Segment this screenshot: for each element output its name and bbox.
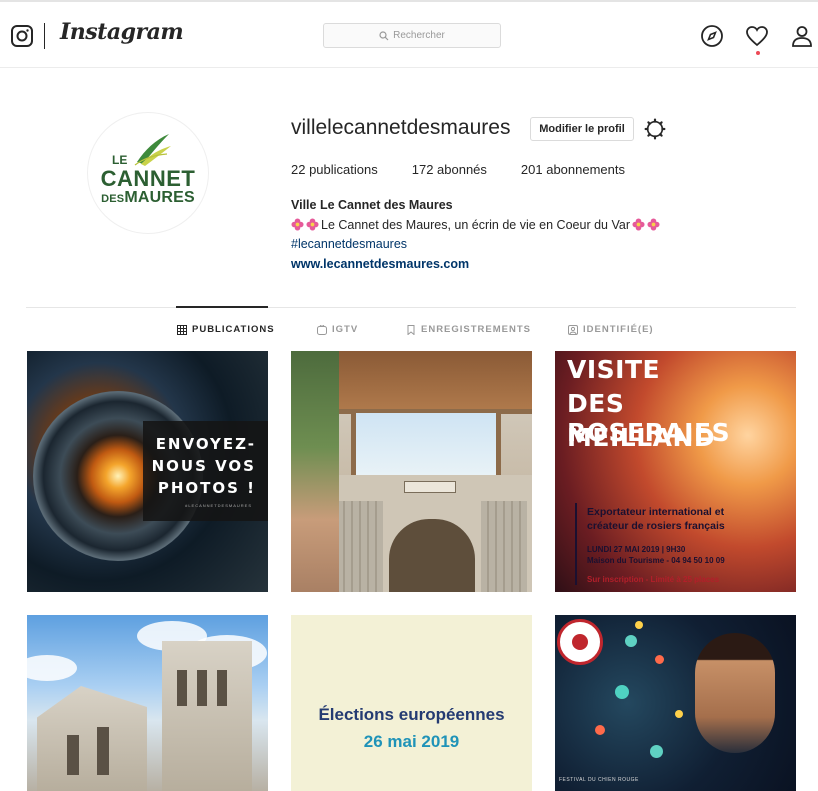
post-note-line: Sur inscription - Limité à 25 places <box>587 575 720 584</box>
post-title-line: VISITE <box>567 355 661 384</box>
tab-label: IGTV <box>332 324 359 335</box>
post-magnanerie[interactable] <box>291 351 532 592</box>
post-hashtag: #LECANNETDESMAURES <box>185 503 252 508</box>
arch-opening <box>389 519 475 592</box>
active-tab-indicator <box>176 306 268 308</box>
followers-count[interactable]: 172 abonnés <box>412 162 487 177</box>
tab-publications[interactable]: PUBLICATIONS <box>177 324 275 335</box>
performer-image <box>695 633 775 753</box>
bokeh-light <box>655 655 664 664</box>
tabs-divider <box>26 307 796 308</box>
post-text-line: 26 mai 2019 <box>363 732 460 751</box>
instagram-camera-icon[interactable] <box>10 24 34 48</box>
logo-maures-line: DESMAURES <box>101 190 195 206</box>
logo-le-text: LE <box>112 153 128 167</box>
post-elections[interactable]: Élections européennes 26 mai 2019 <box>291 615 532 791</box>
tab-label: PUBLICATIONS <box>192 324 275 335</box>
bio-tagline: Le Cannet des Maures, un écrin de vie en… <box>321 217 630 232</box>
tower-window <box>197 670 207 706</box>
flower-emoji-icon <box>291 217 304 231</box>
profile-avatar[interactable]: LE CANNET DESMAURES <box>87 112 209 234</box>
sky-opening <box>351 413 501 475</box>
bio-tagline-line: Le Cannet des Maures, un écrin de vie en… <box>291 216 662 236</box>
profile-stats: 22 publications 172 abonnés 201 abonneme… <box>291 162 659 177</box>
bokeh-light <box>650 745 663 758</box>
profile-username: villelecannetdesmaures <box>291 116 511 139</box>
logo-cannet-text: CANNET <box>100 166 196 191</box>
bio-website-link[interactable]: www.lecannetdesmaures.com <box>291 255 662 275</box>
beam <box>351 413 356 475</box>
tower-window <box>67 735 79 775</box>
bookmark-icon <box>407 324 415 335</box>
bokeh-light <box>635 621 643 629</box>
post-text-line: ENVOYEZ- <box>155 435 256 453</box>
tab-label: IDENTIFIÉ(E) <box>583 324 654 335</box>
post-roseraies-meilland[interactable]: VISITE DES ROSERAIES MEILLAND Exportateu… <box>555 351 796 592</box>
beam <box>496 413 501 475</box>
bokeh-light <box>615 685 629 699</box>
publications-count: 22 publications <box>291 162 378 177</box>
tagged-icon <box>568 324 578 335</box>
cloud <box>27 655 77 681</box>
flower-emoji-icon <box>306 217 319 231</box>
bio-hashtag-link[interactable]: #lecannetdesmaures <box>291 235 662 255</box>
tower-window <box>217 670 227 706</box>
post-text-line: PHOTOS ! <box>157 479 256 497</box>
tower-window <box>97 727 109 775</box>
flower-emoji-icon <box>647 217 660 231</box>
logo-des-text: DES <box>101 193 125 205</box>
tab-igtv[interactable]: IGTV <box>317 324 358 335</box>
nav-divider <box>44 23 45 49</box>
tab-label: ENREGISTREMENTS <box>421 324 532 335</box>
bio-name: Ville Le Cannet des Maures <box>291 198 453 212</box>
post-photos-call[interactable]: ENVOYEZ- NOUS VOS PHOTOS ! #LECANNETDESM… <box>27 351 268 592</box>
following-count[interactable]: 201 abonnements <box>521 162 625 177</box>
tab-tagged[interactable]: IDENTIFIÉ(E) <box>568 324 654 335</box>
notification-dot <box>756 51 760 55</box>
bokeh-light <box>625 635 637 647</box>
post-subtitle-line: Exportateur international et <box>587 506 725 518</box>
igtv-icon <box>317 324 327 335</box>
search-input[interactable]: Rechercher <box>323 23 501 48</box>
cathedral-left-tower <box>37 686 147 791</box>
tower-window <box>177 670 187 706</box>
post-place-line: Maison du Tourisme - 04 94 50 10 09 <box>587 556 725 565</box>
cathedral-right-tower <box>162 641 252 791</box>
post-subtitle-line: créateur de rosiers français <box>587 520 725 532</box>
building-sign <box>404 481 456 493</box>
activity-heart-icon[interactable] <box>745 24 769 48</box>
search-icon <box>379 30 389 40</box>
profile-bio: Ville Le Cannet des Maures Le Cannet des… <box>291 196 662 274</box>
search-placeholder: Rechercher <box>393 30 445 41</box>
post-text-line: Élections européennes <box>318 705 505 724</box>
post-caption: FESTIVAL DU CHIEN ROUGE <box>559 777 639 783</box>
settings-gear-icon[interactable] <box>644 118 666 140</box>
flower-emoji-icon <box>632 217 645 231</box>
post-title-line: MEILLAND <box>567 423 716 452</box>
post-date-line: LUNDI 27 MAI 2019 | 9H30 <box>587 545 686 554</box>
profile-person-icon[interactable] <box>790 24 814 48</box>
tab-saved[interactable]: ENREGISTREMENTS <box>406 324 531 335</box>
post-notre-dame[interactable] <box>27 615 268 791</box>
roof-image <box>331 351 532 411</box>
barn-door <box>481 501 527 592</box>
text-accent-bar <box>575 503 577 585</box>
edit-profile-button[interactable]: Modifier le profil <box>530 117 634 141</box>
post-text-line: NOUS VOS <box>151 457 256 475</box>
barn-door <box>337 501 383 592</box>
festival-badge-logo <box>557 619 603 665</box>
logo-maures-text: MAURES <box>124 189 195 206</box>
explore-compass-icon[interactable] <box>700 24 724 48</box>
bokeh-light <box>595 725 605 735</box>
top-nav: Instagram Rechercher <box>0 0 818 68</box>
logo-leaf-icon <box>134 134 171 166</box>
instagram-wordmark[interactable]: Instagram <box>60 19 184 45</box>
tree-image <box>291 351 339 592</box>
grid-icon <box>177 324 187 335</box>
post-festival[interactable]: FESTIVAL DU CHIEN ROUGE <box>555 615 796 791</box>
bokeh-light <box>675 710 683 718</box>
